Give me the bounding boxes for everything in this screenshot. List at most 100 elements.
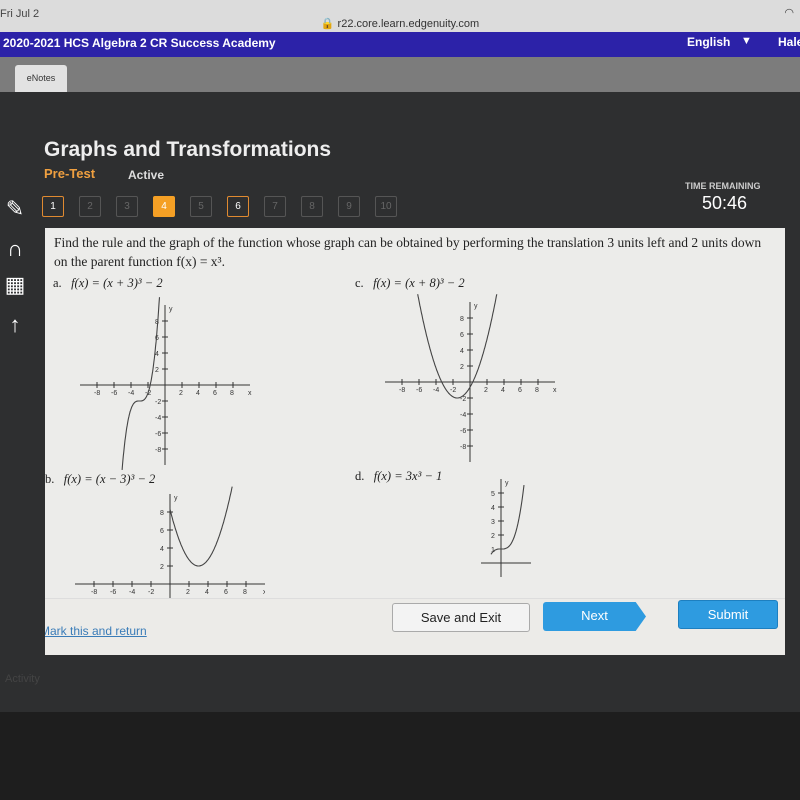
- option-d[interactable]: d. f(x) = 3x³ − 1: [355, 469, 442, 484]
- y-tick-label: -6: [460, 428, 466, 435]
- activity-label: Activity: [5, 673, 40, 685]
- y-tick-label: 8: [460, 316, 464, 323]
- x-tick-label: -6: [110, 589, 116, 596]
- x-tick-label: -2: [148, 589, 154, 596]
- mark-and-return-link[interactable]: Mark this and return: [45, 624, 147, 638]
- tab-bar: eNotes: [0, 57, 800, 92]
- y-axis-label: y: [174, 495, 178, 502]
- y-axis-label: y: [169, 306, 173, 313]
- chevron-down-icon[interactable]: ▼: [741, 35, 752, 47]
- x-axis-label: x: [263, 589, 265, 596]
- y-tick-label: 2: [491, 533, 495, 540]
- y-tick-label: 4: [491, 505, 495, 512]
- x-tick-label: 2: [179, 390, 183, 397]
- activity-type: Pre-Test: [44, 166, 96, 181]
- question-button-10[interactable]: 10: [375, 196, 397, 217]
- timer: 50:46: [702, 193, 748, 213]
- x-tick-label: 2: [186, 589, 190, 596]
- question-button-3[interactable]: 3: [116, 196, 138, 217]
- y-tick-label: 2: [160, 564, 164, 571]
- graph-a: -8 -6 -4 -2 2 4 6 88642-2-4-6-8xy: [80, 297, 252, 470]
- submit-button[interactable]: Submit: [678, 600, 778, 629]
- x-tick-label: 6: [213, 390, 217, 397]
- x-tick-label: -6: [416, 387, 422, 394]
- course-header: 2020-2021 HCS Algebra 2 CR Success Acade…: [0, 32, 800, 57]
- question-text: Find the rule and the graph of the funct…: [54, 235, 762, 269]
- x-tick-label: 4: [205, 589, 209, 596]
- x-tick-label: -8: [94, 390, 100, 397]
- footer: Mark this and return Save and Exit Next …: [45, 598, 785, 655]
- y-tick-label: 2: [460, 364, 464, 371]
- x-tick-label: -8: [399, 387, 405, 394]
- y-tick-label: -6: [155, 431, 161, 438]
- activity-status: Active: [128, 168, 165, 182]
- question-button-9[interactable]: 9: [338, 196, 360, 217]
- language-select[interactable]: English: [687, 35, 730, 49]
- y-tick-label: 6: [460, 332, 464, 339]
- function-curve: [169, 486, 233, 567]
- question-button-7[interactable]: 7: [264, 196, 286, 217]
- y-tick-label: -4: [460, 412, 466, 419]
- option-c[interactable]: c. f(x) = (x + 8)³ − 2: [355, 276, 465, 291]
- question-button-2[interactable]: 2: [79, 196, 101, 217]
- x-tick-label: -8: [91, 589, 97, 596]
- question-button-8[interactable]: 8: [301, 196, 323, 217]
- x-tick-label: 4: [196, 390, 200, 397]
- question-button-5[interactable]: 5: [190, 196, 212, 217]
- x-axis-label: x: [248, 390, 252, 397]
- question-button-6[interactable]: 6: [227, 196, 249, 217]
- y-axis-label: y: [505, 480, 509, 487]
- x-tick-label: -4: [129, 589, 135, 596]
- option-a[interactable]: a. f(x) = (x + 3)³ − 2: [53, 276, 163, 291]
- x-tick-label: 6: [518, 387, 522, 394]
- y-tick-label: -4: [155, 415, 161, 422]
- y-tick-label: 4: [460, 348, 464, 355]
- graph-c: -8 -6 -4 -2 2 4 6 88642-2-4-6-8xy: [385, 294, 557, 462]
- x-tick-label: 8: [243, 589, 247, 596]
- ios-status-bar: Fri Jul 2 🔒 r22.core.learn.edgenuity.com…: [0, 0, 800, 32]
- lock-icon: 🔒: [320, 18, 335, 30]
- y-tick-label: 8: [160, 510, 164, 517]
- y-tick-label: -8: [155, 447, 161, 454]
- function-curve: [490, 485, 525, 555]
- x-tick-label: -4: [433, 387, 439, 394]
- x-tick-label: 6: [224, 589, 228, 596]
- x-tick-label: 8: [535, 387, 539, 394]
- page-title: Graphs and Transformations: [44, 138, 332, 161]
- y-tick-label: 2: [155, 367, 159, 374]
- y-tick-label: 4: [155, 351, 159, 358]
- x-tick-label: -2: [450, 387, 456, 394]
- pencil-icon[interactable]: ✎: [0, 196, 30, 230]
- save-and-exit-button[interactable]: Save and Exit: [392, 603, 530, 632]
- wifi-icon: ◠: [784, 7, 794, 19]
- x-tick-label: -6: [111, 390, 117, 397]
- question-navigation: 1 2 3 4 5 6 7 8 9 10: [42, 196, 397, 217]
- x-tick-label: 4: [501, 387, 505, 394]
- time-remaining-label: TIME REMAINING: [685, 181, 761, 191]
- tab-enotes[interactable]: eNotes: [15, 65, 67, 92]
- y-tick-label: 4: [160, 546, 164, 553]
- x-tick-label: 8: [230, 390, 234, 397]
- x-tick-label: -4: [128, 390, 134, 397]
- headphones-icon[interactable]: ∩: [0, 236, 30, 270]
- calculator-icon[interactable]: ▦: [0, 272, 30, 306]
- course-title: 2020-2021 HCS Algebra 2 CR Success Acade…: [3, 36, 276, 50]
- y-tick-label: -2: [155, 399, 161, 406]
- y-tick-label: 5: [491, 491, 495, 498]
- next-button[interactable]: Next: [543, 602, 646, 631]
- graph-b: -8 -6 -4 -2 2 4 6 8 8 6 4 2 x y: [75, 486, 265, 602]
- arrow-up-icon[interactable]: ↑: [0, 312, 30, 346]
- question-button-4[interactable]: 4: [153, 196, 175, 217]
- user-menu[interactable]: Hale: [778, 35, 800, 49]
- x-axis-label: x: [553, 387, 557, 394]
- y-tick-label: -8: [460, 444, 466, 451]
- y-axis-label: y: [474, 303, 478, 310]
- x-tick-label: 2: [484, 387, 488, 394]
- function-curve: [121, 297, 161, 470]
- y-tick-label: 3: [491, 519, 495, 526]
- y-tick-label: 6: [160, 528, 164, 535]
- question-button-1[interactable]: 1: [42, 196, 64, 217]
- url-bar[interactable]: 🔒 r22.core.learn.edgenuity.com: [0, 17, 800, 30]
- question-panel: Find the rule and the graph of the funct…: [45, 228, 785, 655]
- graph-d: 54321y: [481, 479, 531, 577]
